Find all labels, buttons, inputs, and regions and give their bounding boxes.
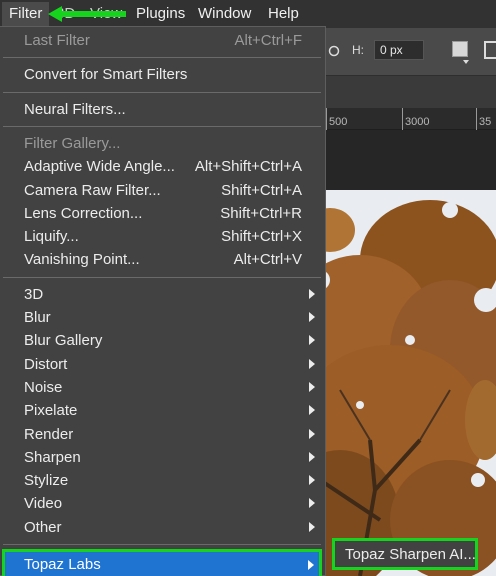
menu-item-blur-gallery[interactable]: Blur Gallery bbox=[0, 329, 324, 352]
submenu-item-topaz-sharpen-ai[interactable]: Topaz Sharpen AI... bbox=[345, 545, 476, 565]
menu-item-label: Camera Raw Filter... bbox=[24, 181, 161, 199]
tree-image bbox=[300, 190, 496, 576]
menu-item-pixelate[interactable]: Pixelate bbox=[0, 399, 324, 422]
shape-fill-swatch[interactable] bbox=[452, 41, 468, 57]
ruler-tick: 3000 bbox=[402, 108, 429, 130]
menu-item-sharpen[interactable]: Sharpen bbox=[0, 446, 324, 469]
menu-item-label: Noise bbox=[24, 378, 63, 396]
menu-item-video[interactable]: Video bbox=[0, 492, 324, 515]
submenu-arrow-icon bbox=[309, 312, 315, 322]
menu-item-label: Sharpen bbox=[24, 448, 81, 466]
menu-item-shortcut: Alt+Ctrl+V bbox=[233, 251, 302, 269]
submenu-arrow-icon bbox=[309, 358, 315, 369]
menu-bar: Filter 3D View Plugins Window Help bbox=[0, 0, 496, 28]
submenu-arrow-icon bbox=[309, 451, 315, 462]
menu-item-adaptive-wide-angle[interactable]: Adaptive Wide Angle... Alt+Shift+Ctrl+A bbox=[0, 155, 324, 178]
menu-separator bbox=[3, 276, 321, 278]
menu-item-label: Last Filter bbox=[24, 32, 90, 49]
menu-item-label: 3D bbox=[24, 285, 44, 303]
menu-item-shortcut: Alt+Shift+Ctrl+A bbox=[194, 158, 302, 176]
menu-item-camera-raw-filter[interactable]: Camera Raw Filter... Shift+Ctrl+A bbox=[0, 179, 324, 202]
submenu-arrow-icon bbox=[308, 560, 314, 570]
menu-item-liquify[interactable]: Liquify... Shift+Ctrl+X bbox=[0, 225, 324, 248]
menu-plugins[interactable]: Plugins bbox=[136, 4, 185, 24]
submenu-arrow-icon bbox=[309, 335, 315, 346]
menu-filter[interactable]: Filter bbox=[2, 2, 50, 26]
green-arrow-icon bbox=[48, 6, 126, 22]
menu-item-shortcut: Shift+Ctrl+X bbox=[221, 228, 302, 246]
menu-item-lens-correction[interactable]: Lens Correction... Shift+Ctrl+R bbox=[0, 202, 324, 225]
menu-item-label: Pixelate bbox=[24, 402, 78, 420]
ruler-tick: 500 bbox=[326, 108, 347, 130]
menu-item-label: Distort bbox=[24, 355, 68, 373]
submenu-arrow-icon bbox=[309, 498, 315, 509]
menu-item-label: Blur Gallery bbox=[24, 332, 103, 350]
menu-item-label: Topaz Labs bbox=[24, 556, 101, 573]
menu-item-filter-gallery[interactable]: Filter Gallery... bbox=[0, 132, 324, 155]
menu-item-label: Video bbox=[24, 495, 63, 513]
menu-item-blur[interactable]: Blur bbox=[0, 306, 324, 329]
submenu-arrow-icon bbox=[309, 288, 315, 299]
menu-item-label: Stylize bbox=[24, 472, 69, 490]
menu-help[interactable]: Help bbox=[268, 4, 299, 24]
menu-item-noise[interactable]: Noise bbox=[0, 376, 324, 399]
menu-item-topaz-labs[interactable]: Topaz Labs bbox=[2, 549, 322, 576]
menu-item-label: Adaptive Wide Angle... bbox=[24, 158, 175, 176]
menu-item-shortcut: Shift+Ctrl+R bbox=[220, 204, 302, 222]
menu-item-render[interactable]: Render bbox=[0, 423, 324, 446]
menu-item-last-filter[interactable]: Last Filter Alt+Ctrl+F bbox=[0, 29, 324, 52]
menu-item-neural-filters[interactable]: Neural Filters... bbox=[0, 98, 324, 121]
menu-item-shortcut: Alt+Ctrl+F bbox=[234, 32, 302, 49]
menu-window[interactable]: Window bbox=[198, 4, 251, 24]
menu-item-shortcut: Shift+Ctrl+A bbox=[221, 181, 302, 199]
ruler-tick: 35 bbox=[476, 108, 491, 130]
submenu-arrow-icon bbox=[309, 405, 315, 416]
menu-item-label: Vanishing Point... bbox=[24, 251, 140, 269]
menu-separator bbox=[3, 91, 321, 93]
link-icon[interactable] bbox=[328, 45, 340, 57]
menu-item-vanishing-point[interactable]: Vanishing Point... Alt+Ctrl+V bbox=[0, 248, 324, 271]
filter-menu: Last Filter Alt+Ctrl+F Convert for Smart F… bbox=[0, 26, 326, 576]
menu-item-label: Neural Filters... bbox=[24, 100, 126, 118]
menu-separator bbox=[3, 57, 321, 59]
chevron-down-icon[interactable] bbox=[463, 60, 469, 64]
height-input[interactable]: 0 px bbox=[374, 40, 424, 60]
submenu-arrow-icon bbox=[309, 475, 315, 486]
height-label: H: bbox=[352, 43, 364, 57]
menu-separator bbox=[3, 544, 321, 545]
menu-item-label: Render bbox=[24, 425, 74, 443]
menu-item-label: Other bbox=[24, 518, 62, 536]
submenu-arrow-icon bbox=[309, 521, 315, 532]
menu-item-label: Filter Gallery... bbox=[24, 134, 121, 152]
menu-item-label: Blur bbox=[24, 309, 51, 326]
submenu-arrow-icon bbox=[309, 381, 315, 392]
menu-item-label: Lens Correction... bbox=[24, 204, 143, 222]
document-photo-autumn-tree[interactable] bbox=[300, 190, 496, 576]
submenu-arrow-icon bbox=[309, 428, 315, 439]
shape-stroke-swatch[interactable] bbox=[484, 41, 496, 59]
menu-item-3d[interactable]: 3D bbox=[0, 283, 324, 306]
menu-separator bbox=[3, 125, 321, 127]
menu-item-convert-for-smart-filters[interactable]: Convert for Smart Filters bbox=[0, 63, 324, 86]
menu-item-label: Liquify... bbox=[24, 228, 79, 246]
menu-item-other[interactable]: Other bbox=[0, 516, 324, 539]
menu-item-label: Convert for Smart Filters bbox=[24, 66, 188, 84]
topaz-labs-submenu: Topaz Sharpen AI... bbox=[332, 538, 478, 570]
menu-item-distort[interactable]: Distort bbox=[0, 353, 324, 376]
menu-item-stylize[interactable]: Stylize bbox=[0, 469, 324, 492]
